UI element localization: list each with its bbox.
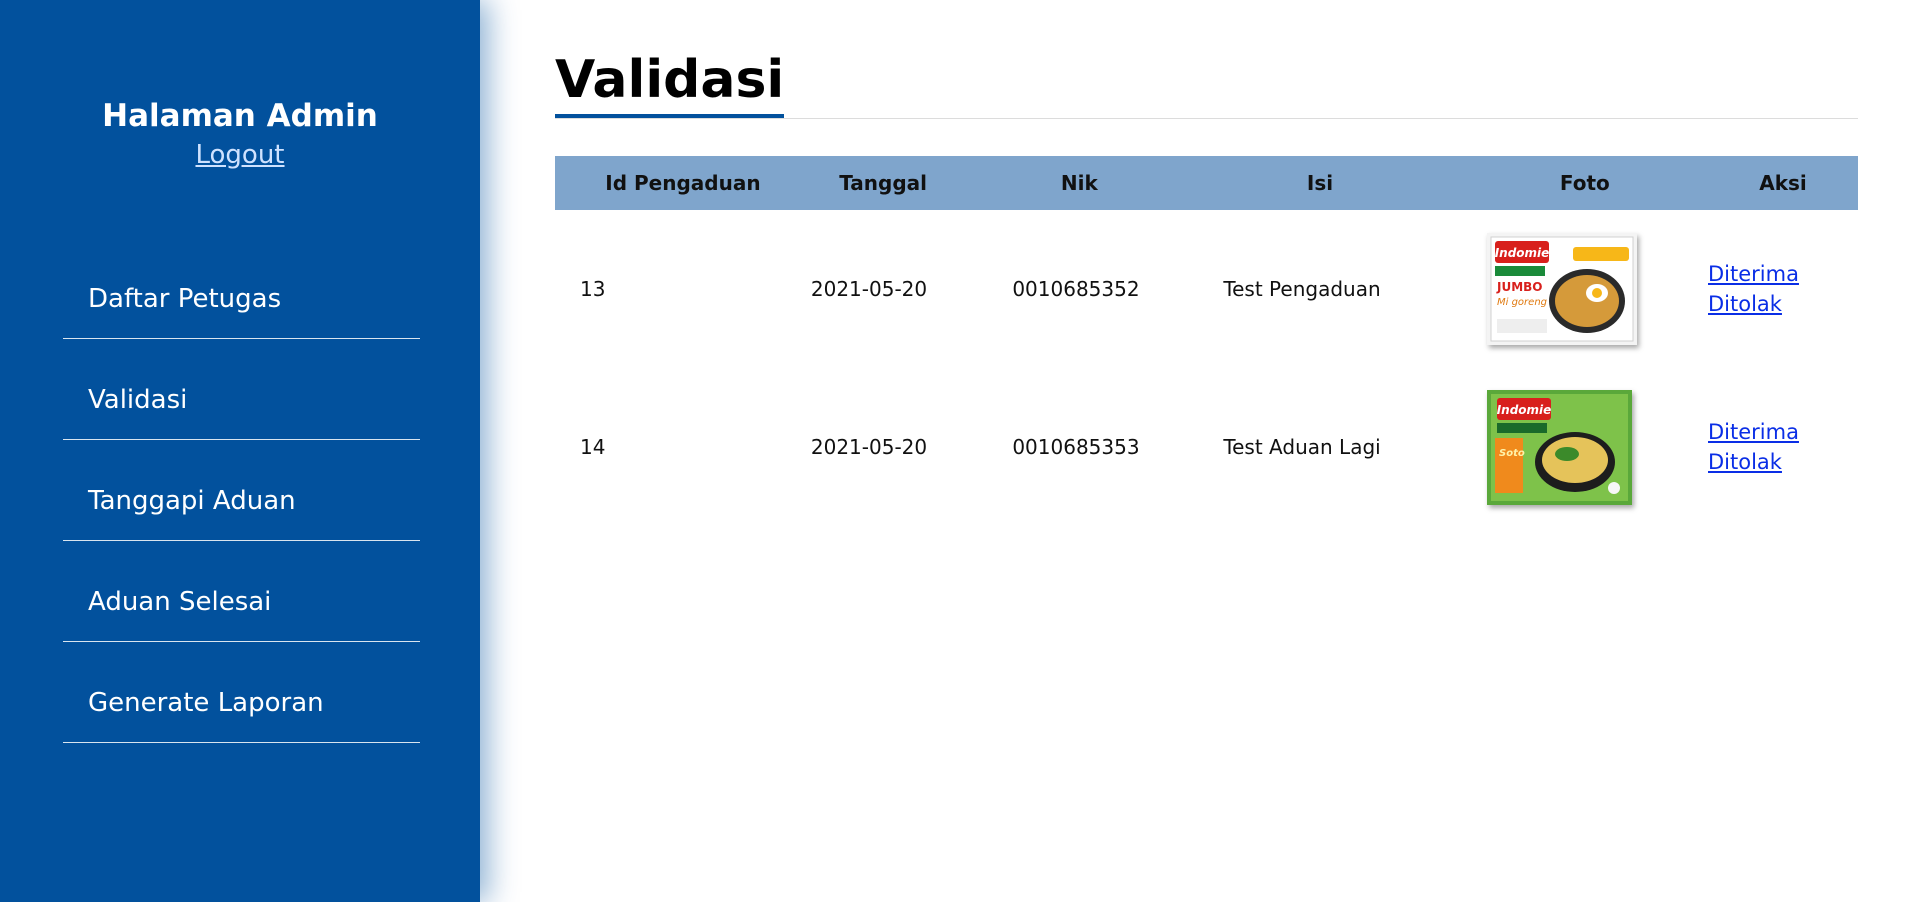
cell-isi: Test Pengaduan	[1223, 277, 1381, 301]
cell-aksi: Diterima Ditolak	[1708, 210, 1858, 368]
logout-link[interactable]: Logout	[195, 140, 284, 170]
cell-nik: 0010685353	[1012, 435, 1140, 459]
column-header-nik: Nik	[1060, 171, 1098, 195]
svg-text:Mi goreng: Mi goreng	[1497, 297, 1547, 308]
cell-foto: Indomie JUMBO Mi goreng	[1462, 210, 1708, 368]
sidebar-item-generate-laporan[interactable]: Generate Laporan	[63, 642, 420, 743]
cell-id: 14	[580, 435, 606, 459]
accept-link[interactable]: Diterima	[1708, 417, 1858, 447]
cell-id: 13	[580, 277, 606, 301]
reject-link[interactable]: Ditolak	[1708, 447, 1858, 477]
reject-link[interactable]: Ditolak	[1708, 289, 1858, 319]
cell-isi: Test Aduan Lagi	[1223, 435, 1381, 459]
sidebar-item-label: Validasi	[88, 385, 188, 415]
title-divider	[555, 118, 1858, 119]
complaints-table: Id Pengaduan Tanggal Nik Isi Foto Aksi 1…	[555, 156, 1858, 526]
column-header-aksi: Aksi	[1759, 171, 1807, 195]
sidebar-item-label: Tanggapi Aduan	[88, 486, 296, 516]
product-photo-soto[interactable]: Indomie Soto	[1486, 389, 1632, 505]
column-header-tanggal: Tanggal	[839, 171, 927, 195]
cell-aksi: Diterima Ditolak	[1708, 368, 1858, 526]
product-photo-jumbo[interactable]: Indomie JUMBO Mi goreng	[1486, 233, 1637, 345]
cell-tanggal: 2021-05-20	[810, 435, 928, 459]
sidebar-item-aduan-selesai[interactable]: Aduan Selesai	[63, 541, 420, 642]
cell-nik: 0010685352	[1012, 277, 1140, 301]
table-row: 14 2021-05-20 0010685353 Test Aduan Lagi…	[555, 368, 1858, 526]
sidebar-item-validasi[interactable]: Validasi	[63, 339, 420, 440]
svg-text:Soto: Soto	[1499, 448, 1525, 459]
column-header-isi: Isi	[1306, 171, 1334, 195]
sidebar-nav: Daftar Petugas Validasi Tanggapi Aduan A…	[63, 238, 420, 743]
column-header-id: Id Pengaduan	[605, 171, 761, 195]
table-row: 13 2021-05-20 0010685352 Test Pengaduan …	[555, 210, 1858, 368]
table-header-row: Id Pengaduan Tanggal Nik Isi Foto Aksi	[555, 156, 1858, 210]
sidebar-title: Halaman Admin	[102, 98, 378, 134]
sidebar-item-tanggapi-aduan[interactable]: Tanggapi Aduan	[63, 440, 420, 541]
accept-link[interactable]: Diterima	[1708, 259, 1858, 289]
svg-text:Indomie: Indomie	[1496, 403, 1551, 417]
main-content: Validasi Id Pengaduan Tanggal Nik Isi Fo…	[555, 0, 1858, 526]
svg-text:Indomie: Indomie	[1494, 246, 1549, 260]
sidebar-item-daftar-petugas[interactable]: Daftar Petugas	[63, 238, 420, 339]
sidebar-item-label: Aduan Selesai	[88, 587, 272, 617]
svg-text:JUMBO: JUMBO	[1496, 280, 1543, 294]
sidebar-item-label: Daftar Petugas	[88, 284, 282, 314]
page-title: Validasi	[555, 48, 785, 118]
cell-foto: Indomie Soto	[1462, 368, 1708, 526]
column-header-foto: Foto	[1559, 171, 1610, 195]
sidebar-header: Halaman Admin Logout	[0, 0, 480, 170]
sidebar: Halaman Admin Logout Daftar Petugas Vali…	[0, 0, 480, 902]
sidebar-item-label: Generate Laporan	[88, 688, 324, 718]
cell-tanggal: 2021-05-20	[810, 277, 928, 301]
